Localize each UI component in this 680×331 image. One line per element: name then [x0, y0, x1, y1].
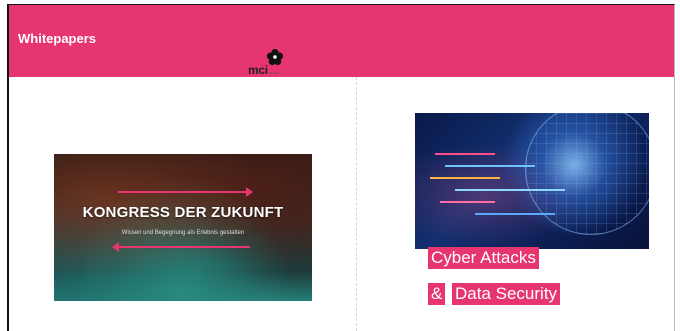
section-title: Whitepapers: [18, 30, 97, 46]
mci-brand-name: mci: [248, 63, 268, 77]
top-arrow-line: [118, 191, 250, 193]
whitepapers-widget: Whitepapers mci group KONGRESS DER ZUKUN…: [7, 4, 675, 331]
code-line: [435, 153, 495, 155]
column-divider: [356, 77, 357, 331]
code-line: [455, 189, 565, 191]
section-header: Whitepapers: [9, 5, 674, 77]
cyber-tag-ampersand[interactable]: &: [428, 283, 446, 305]
code-line: [445, 165, 535, 167]
kongress-title: KONGRESS DER ZUKUNFT: [82, 204, 284, 221]
flower-icon: [266, 48, 284, 66]
code-line: [440, 201, 495, 203]
code-line: [430, 177, 500, 179]
arrow-right-icon: [246, 187, 253, 197]
code-line: [475, 213, 555, 215]
mci-brand-tagline: group: [269, 70, 280, 75]
kongress-cover-image[interactable]: KONGRESS DER ZUKUNFT Wissen und Begegnun…: [54, 154, 312, 301]
cyber-cover-image[interactable]: [415, 113, 649, 249]
cyber-tag-line1[interactable]: Cyber Attacks: [428, 247, 539, 269]
globe-graphic: [525, 113, 649, 235]
bottom-arrow-line: [118, 246, 250, 248]
mci-logo: mci group: [248, 48, 308, 82]
cyber-tag-line2[interactable]: Data Security: [452, 283, 561, 305]
kongress-subtitle: Wissen und Begegnung als Erlebnis gestal…: [121, 230, 245, 236]
